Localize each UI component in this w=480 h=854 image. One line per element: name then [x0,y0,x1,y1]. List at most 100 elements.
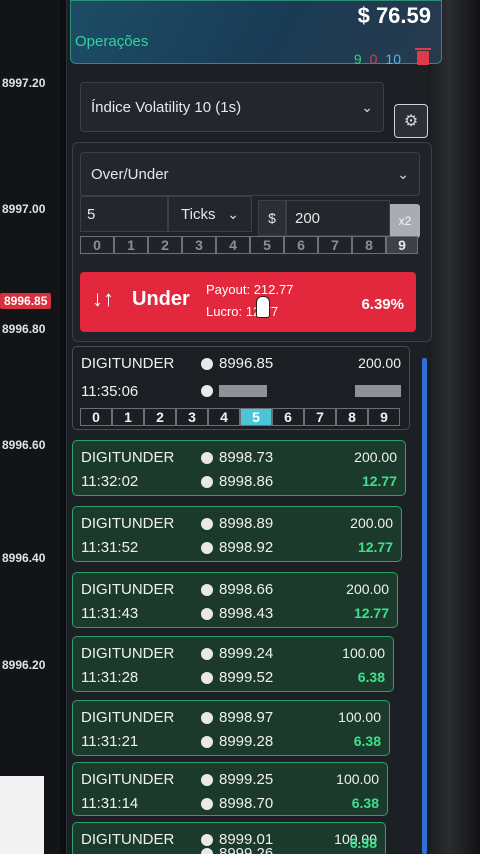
exit-price: 8998.70 [201,795,273,812]
exit-dot-icon [201,797,213,810]
exit-dot-icon [201,475,213,488]
trade-profit: 12.77 [357,539,393,555]
trade-name: DIGITUNDER [81,515,175,532]
exit-price: 8998.92 [201,539,273,556]
exit-dot-icon [201,735,213,748]
entry-price: 8996.85 [201,355,273,372]
digit-option[interactable]: 3 [182,236,216,254]
trade-time: 11:35:06 [81,383,139,400]
trade-row[interactable]: DIGITUNDER 11:32:02 8998.73 8998.86 200.… [72,440,406,496]
trade-digit: 9 [368,408,400,426]
trade-time: 11:31:21 [81,733,139,750]
trade-row[interactable]: DIGITUNDER 11:31:28 8999.24 8999.52 100.… [72,636,394,692]
operations-counts: 9 0 10 [354,51,401,67]
loading-placeholder [219,385,267,397]
trade-profit: 6.38 [349,835,377,851]
trade-digit: 8 [336,408,368,426]
total-count: 10 [385,51,401,67]
digit-option[interactable]: 1 [114,236,148,254]
trade-name: DIGITUNDER [81,581,175,598]
trade-time: 11:31:14 [81,795,139,812]
trade-stake: 200.00 [358,355,401,371]
entry-dot-icon [201,517,213,530]
entry-price-value: 8999.25 [219,771,274,788]
trade-row[interactable]: DIGITUNDER 11:31:52 8998.89 8998.92 200.… [72,506,402,562]
exit-dot-icon [201,541,213,554]
duration-unit-value: Ticks [181,205,216,223]
trade-row[interactable]: DIGITUNDER 11:31:14 8999.25 8998.70 100.… [72,762,388,816]
digit-option[interactable]: 7 [318,236,352,254]
digit-option[interactable]: 6 [284,236,318,254]
trade-time: 11:31:43 [81,605,139,622]
digit-option[interactable]: 0 [80,236,114,254]
symbol-select[interactable]: Índice Volatility 10 (1s) ⌄ [80,82,384,132]
trade-profit: 12.77 [361,473,397,489]
profit-placeholder [355,385,401,397]
trade-time: 11:32:02 [81,473,139,490]
trade-name: DIGITUNDER [81,449,175,466]
entry-dot-icon [201,711,213,724]
under-button[interactable]: ↓↑ Under Payout: 212.77 Lucro: 12.77 6.3… [80,272,416,332]
duration-unit-select[interactable]: Ticks ⌄ [168,196,252,232]
trade-row[interactable]: DIGITUNDER 8999.01 8999.26 100.00 6.38 [72,822,386,854]
double-stake-button[interactable]: x2 [390,204,420,238]
entry-price-value: 8998.89 [219,515,274,532]
digit-option-selected[interactable]: 9 [386,236,418,254]
entry-price-value: 8998.73 [219,449,274,466]
trade-digit: 7 [304,408,336,426]
entry-price-value: 8999.24 [219,645,274,662]
exit-price: 8998.86 [201,473,273,490]
trade-name: DIGITUNDER [81,355,175,372]
trash-icon[interactable] [415,48,431,65]
trade-stake: 200.00 [350,515,393,531]
exit-price: 8999.52 [201,669,273,686]
duration-input[interactable]: 5 [80,196,168,232]
account-summary-card: $ 76.59 Operações 9 0 10 [70,0,442,67]
contract-type-select[interactable]: Over/Under ⌄ [80,152,420,196]
exit-dot-icon [201,385,213,397]
exit-price: 8998.43 [201,605,273,622]
digit-option[interactable]: 8 [352,236,386,254]
exit-price-value: 8998.70 [219,795,274,812]
exit-price: 8999.26 [201,845,273,854]
price-axis-label: 8996.20 [2,658,46,672]
entry-price: 8999.25 [201,771,273,788]
price-axis-label: 8996.60 [2,438,46,452]
digit-option[interactable]: 2 [148,236,182,254]
price-axis-label: 8997.20 [2,76,46,90]
trade-digit: 1 [112,408,144,426]
trade-profit: 6.38 [351,795,379,811]
exit-price-value: 8998.43 [219,605,274,622]
entry-dot-icon [201,647,213,660]
exit-price-value: 8998.86 [219,473,274,490]
digit-option[interactable]: 5 [250,236,284,254]
trade-stake: 100.00 [336,771,379,787]
trade-stake: 200.00 [354,449,397,465]
exit-dot-icon [201,607,213,620]
entry-price-value: 8998.66 [219,581,274,598]
trade-profit: 6.38 [357,669,385,685]
trade-digit: 4 [208,408,240,426]
entry-dot-icon [201,833,213,846]
trade-digit-strip: 0 1 2 3 4 5 6 7 8 9 [80,408,400,426]
settings-button[interactable]: ⚙ [394,104,428,138]
duration-value: 5 [87,205,96,223]
exit-price: 8999.28 [201,733,273,750]
trade-stake: 100.00 [338,709,381,725]
trade-digit: 2 [144,408,176,426]
trade-row[interactable]: DIGITUNDER 11:31:43 8998.66 8998.43 200.… [72,572,398,628]
trade-stake: 100.00 [342,645,385,661]
exit-price-value: 8998.92 [219,539,274,556]
entry-price: 8998.73 [201,449,273,466]
price-chart[interactable]: 8997.20 8997.00 8996.85 8996.80 8996.60 … [0,0,60,854]
stake-input[interactable]: 200 [286,200,390,236]
trade-name: DIGITUNDER [81,771,175,788]
trade-name: DIGITUNDER [81,645,175,662]
trade-name: DIGITUNDER [81,831,175,848]
arrow-down-icon: ↓↑ [92,286,114,311]
trade-stake: 200.00 [346,581,389,597]
entry-price: 8999.24 [201,645,273,662]
digit-option[interactable]: 4 [216,236,250,254]
trade-row[interactable]: DIGITUNDER 11:31:21 8998.97 8999.28 100.… [72,700,390,756]
scrollbar[interactable] [422,358,427,854]
